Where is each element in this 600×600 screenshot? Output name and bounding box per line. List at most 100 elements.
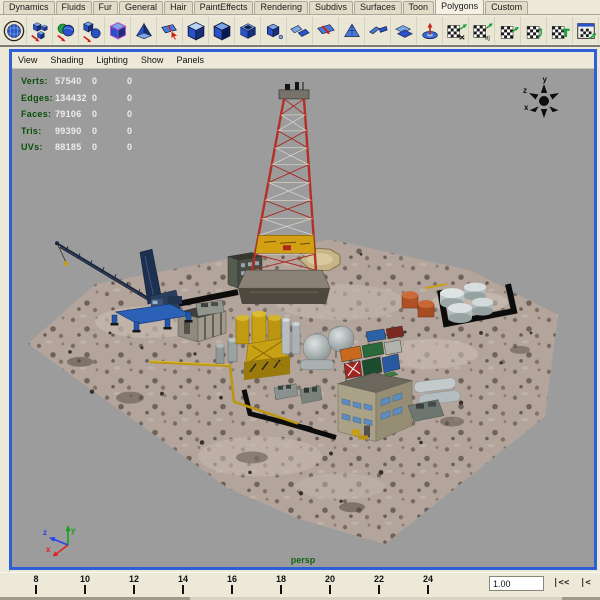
shelf-icon-bar [0, 16, 600, 47]
uv-cut-edges-icon[interactable] [443, 17, 469, 44]
time-tick-12[interactable]: 12 [123, 575, 145, 594]
compass-y-label: y [543, 75, 548, 84]
polygon-fold-plane-icon[interactable] [365, 17, 391, 44]
polygon-combine-icon-glyph [29, 20, 51, 42]
polygon-cut-plane-icon[interactable] [313, 17, 339, 44]
polygon-split-tool-icon-glyph [159, 20, 181, 42]
viewport-menu-shading[interactable]: Shading [50, 55, 83, 65]
time-tick-mark [182, 585, 184, 594]
polygon-quadrangulate-icon[interactable] [391, 17, 417, 44]
viewport-menu-panels[interactable]: Panels [176, 55, 204, 65]
time-slider-ruler[interactable]: 8 10 12 14 16 18 20 22 24 [0, 573, 485, 597]
gizmo-y-label: y [71, 526, 76, 535]
polygon-extrude-face-icon-glyph [133, 20, 155, 42]
time-tick-24[interactable]: 24 [417, 575, 439, 594]
hud-tris-value: 99390 [55, 125, 82, 136]
time-slider: 8 10 12 14 16 18 20 22 24 |<< |< [0, 572, 600, 597]
polygon-center-pivot-icon[interactable] [417, 17, 443, 44]
shelf-tab-painteffects[interactable]: PaintEffects [193, 1, 254, 14]
polygon-open-cube-icon[interactable] [235, 17, 261, 44]
polygon-mirror-planes-icon[interactable] [287, 17, 313, 44]
time-tick-8[interactable]: 8 [25, 575, 47, 594]
hud-verts-value: 57540 [55, 76, 82, 87]
polygon-duplicate-face-icon[interactable] [261, 17, 287, 44]
origin-axis-gizmo: y z x [43, 525, 76, 557]
uv-planar-projection-icon-glyph [497, 20, 519, 42]
viewport-menu-view[interactable]: View [18, 55, 37, 65]
shelf-tab-polygons[interactable]: Polygons [435, 0, 485, 14]
polygon-quadrangulate-icon-glyph [393, 20, 415, 42]
shelf-tab-dynamics[interactable]: Dynamics [3, 1, 55, 14]
polygon-extract-face-icon-glyph [211, 20, 233, 42]
perspective-viewport-panel: View Shading Lighting Show Panels Verts:… [9, 49, 597, 570]
gizmo-x-label: x [46, 545, 51, 554]
time-tick-mark [231, 585, 233, 594]
polygon-triangulate-icon-glyph [341, 20, 363, 42]
viewport-menu-show[interactable]: Show [141, 55, 164, 65]
uv-texture-editor-icon[interactable] [573, 17, 599, 44]
go-to-start-button[interactable]: |<< [553, 578, 569, 588]
hud-edges-label: Edges: [21, 92, 53, 103]
polygon-cube-top-face-icon-glyph [185, 20, 207, 42]
shelf-tab-custom[interactable]: Custom [485, 1, 529, 14]
polygon-extract-face-icon[interactable] [209, 17, 235, 44]
polygon-triangulate-icon[interactable] [339, 17, 365, 44]
shelf-tab-general[interactable]: General [119, 1, 164, 14]
time-tick-number: 12 [128, 574, 139, 584]
shelf-tab-surfaces[interactable]: Surfaces [354, 1, 402, 14]
viewport-menubar: View Shading Lighting Show Panels [12, 52, 594, 69]
polygon-boolean-difference-icon-glyph [81, 20, 103, 42]
shelf-tab-fluids[interactable]: Fluids [55, 1, 92, 14]
uv-cylindrical-projection-icon[interactable] [521, 17, 547, 44]
shelf-tab-hair[interactable]: Hair [164, 1, 193, 14]
viewport-canvas[interactable]: Verts: 57540 0 0 Edges: 134432 0 0 Faces… [12, 69, 594, 567]
polygon-boolean-union-icon[interactable] [53, 17, 79, 44]
hud-edges-value: 134432 [55, 92, 87, 103]
derrick-tower[interactable] [237, 81, 331, 305]
current-time-field[interactable] [489, 576, 544, 591]
viewport-menu-lighting[interactable]: Lighting [96, 55, 128, 65]
shelf-tab-toon[interactable]: Toon [402, 1, 435, 14]
polygon-split-tool-icon[interactable] [157, 17, 183, 44]
hud-uvs-value: 88185 [55, 142, 82, 153]
polygon-sphere-tool-icon[interactable] [1, 17, 27, 44]
hud-faces-label: Faces: [21, 109, 52, 120]
time-tick-20[interactable]: 20 [319, 575, 341, 594]
time-tick-14[interactable]: 14 [172, 575, 194, 594]
polygon-open-cube-icon-glyph [237, 20, 259, 42]
time-tick-22[interactable]: 22 [368, 575, 390, 594]
uv-cylindrical-projection-icon-glyph [523, 20, 545, 42]
time-tick-mark [35, 585, 37, 594]
hud-row-faces: Faces: 79106 0 0 [21, 109, 133, 120]
polygon-smooth-icon[interactable] [105, 17, 131, 44]
time-tick-mark [84, 585, 86, 594]
uv-texture-editor-icon-glyph [575, 20, 597, 42]
uv-auto-projection-icon[interactable] [469, 17, 495, 44]
hud-tris-label: Tris: [21, 125, 42, 136]
shelf-tab-subdivs[interactable]: Subdivs [308, 1, 354, 14]
shelf-tab-rendering[interactable]: Rendering [254, 1, 308, 14]
heads-up-display: Verts: 57540 0 0 Edges: 134432 0 0 Faces… [21, 73, 132, 156]
time-tick-16[interactable]: 16 [221, 575, 243, 594]
time-tick-mark [280, 585, 282, 594]
view-compass-icon[interactable]: y z x [520, 75, 568, 127]
hud-faces-value: 79106 [55, 109, 82, 120]
step-back-button[interactable]: |< [580, 578, 591, 588]
polygon-extrude-face-icon[interactable] [131, 17, 157, 44]
polygon-combine-icon[interactable] [27, 17, 53, 44]
hud-row-verts: Verts: 57540 0 0 [21, 76, 133, 87]
hud-verts-label: Verts: [21, 76, 48, 87]
time-tick-mark [133, 585, 135, 594]
time-tick-10[interactable]: 10 [74, 575, 96, 594]
polygon-boolean-difference-icon[interactable] [79, 17, 105, 44]
uv-transfer-icon[interactable] [547, 17, 573, 44]
time-tick-number: 22 [373, 574, 384, 584]
camera-name-label: persp [290, 555, 316, 565]
polygon-cut-plane-icon-glyph [315, 20, 337, 42]
shelf-tab-fur[interactable]: Fur [92, 1, 119, 14]
time-tick-18[interactable]: 18 [270, 575, 292, 594]
polygon-sphere-tool-icon-glyph [3, 20, 25, 42]
uv-planar-projection-icon[interactable] [495, 17, 521, 44]
polygon-cube-top-face-icon[interactable] [183, 17, 209, 44]
polygon-mirror-planes-icon-glyph [289, 20, 311, 42]
